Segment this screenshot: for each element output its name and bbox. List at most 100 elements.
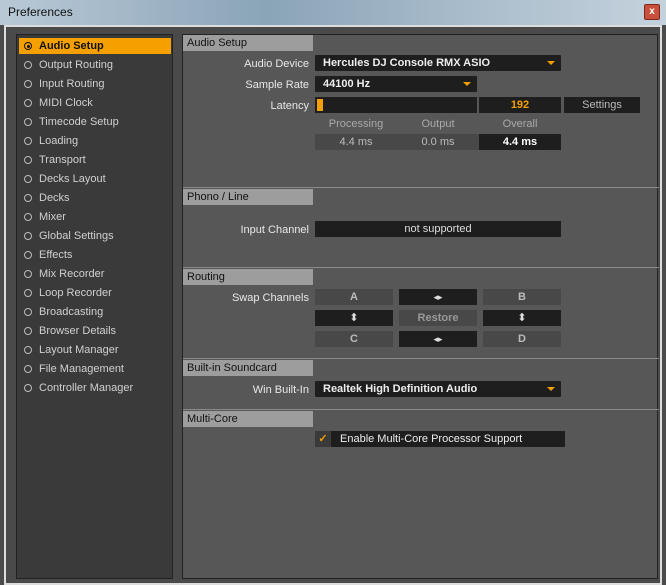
win-built-in-dropdown[interactable]: Realtek High Definition Audio [315, 381, 561, 397]
audio-device-dropdown[interactable]: Hercules DJ Console RMX ASIO [315, 55, 561, 71]
sidebar-item-controller-manager[interactable]: Controller Manager [19, 380, 171, 396]
radio-icon [24, 327, 32, 335]
radio-icon [24, 118, 32, 126]
radio-icon [24, 289, 32, 297]
latency-value: 192 [479, 97, 561, 113]
radio-icon [24, 137, 32, 145]
swap-ab-button[interactable]: ◂▸ [399, 289, 477, 305]
chevron-down-icon [547, 387, 555, 391]
sidebar-item-label: Effects [39, 249, 73, 261]
output-label: Output [421, 118, 455, 130]
sidebar-item-loop-recorder[interactable]: Loop Recorder [19, 285, 171, 301]
sidebar-item-midi-clock[interactable]: MIDI Clock [19, 95, 171, 111]
divider [183, 409, 659, 410]
radio-icon [24, 251, 32, 259]
sample-rate-value: 44100 Hz [323, 78, 371, 90]
channel-c: C [315, 331, 393, 347]
radio-icon [24, 365, 32, 373]
sidebar-item-output-routing[interactable]: Output Routing [19, 57, 171, 73]
output-value: 0.0 ms [397, 134, 479, 150]
radio-icon [24, 99, 32, 107]
sidebar-item-label: Timecode Setup [39, 116, 119, 128]
settings-button[interactable]: Settings [564, 97, 640, 113]
sidebar-item-label: File Management [39, 363, 124, 375]
main-panel: Audio Setup Audio Device Hercules DJ Con… [182, 34, 659, 579]
radio-icon [24, 175, 32, 183]
sidebar-item-label: Output Routing [39, 59, 113, 71]
radio-icon [24, 156, 32, 164]
sidebar-item-label: Global Settings [39, 230, 114, 242]
audio-device-value: Hercules DJ Console RMX ASIO [323, 57, 491, 69]
swap-cd-button[interactable]: ◂▸ [399, 331, 477, 347]
input-channel-label: Input Channel [240, 224, 310, 236]
sidebar: Audio Setup Output Routing Input Routing MI… [16, 34, 173, 579]
sidebar-item-browser-details[interactable]: Browser Details [19, 323, 171, 339]
sidebar-item-timecode-setup[interactable]: Timecode Setup [19, 114, 171, 130]
section-routing: Routing [183, 269, 313, 285]
win-built-in-label: Win Built-In [252, 384, 309, 396]
section-audio-setup: Audio Setup [183, 35, 313, 51]
sidebar-item-label: Decks Layout [39, 173, 106, 185]
radio-icon [24, 213, 32, 221]
multi-core-checkbox[interactable]: ✓ Enable Multi-Core Processor Support [315, 431, 565, 447]
section-multi-core: Multi-Core [183, 411, 313, 427]
chevron-down-icon [547, 61, 555, 65]
sidebar-item-effects[interactable]: Effects [19, 247, 171, 263]
sidebar-item-label: Transport [39, 154, 86, 166]
sidebar-item-decks[interactable]: Decks [19, 190, 171, 206]
radio-icon [24, 80, 32, 88]
swap-ac-button[interactable]: ⬍ [315, 310, 393, 326]
sample-rate-label: Sample Rate [245, 79, 309, 91]
sidebar-item-label: Broadcasting [39, 306, 104, 318]
sidebar-item-layout-manager[interactable]: Layout Manager [19, 342, 171, 358]
sidebar-item-label: Mix Recorder [39, 268, 105, 280]
win-built-in-value: Realtek High Definition Audio [323, 383, 478, 395]
sidebar-item-decks-layout[interactable]: Decks Layout [19, 171, 171, 187]
radio-icon [24, 308, 32, 316]
chevron-down-icon [463, 82, 471, 86]
divider [183, 358, 659, 359]
multi-core-label: Enable Multi-Core Processor Support [340, 433, 523, 445]
sidebar-item-label: Input Routing [39, 78, 105, 90]
input-channel-value: not supported [315, 221, 561, 237]
sidebar-item-label: Loading [39, 135, 79, 147]
processing-value: 4.4 ms [315, 134, 397, 150]
sidebar-item-mix-recorder[interactable]: Mix Recorder [19, 266, 171, 282]
sidebar-item-label: MIDI Clock [39, 97, 93, 109]
sidebar-item-label: Mixer [39, 211, 66, 223]
title-bar: Preferences x [0, 0, 666, 25]
swap-bd-button[interactable]: ⬍ [483, 310, 561, 326]
sample-rate-dropdown[interactable]: 44100 Hz [315, 76, 477, 92]
audio-device-label: Audio Device [244, 58, 309, 70]
radio-icon [24, 232, 32, 240]
close-button[interactable]: x [644, 4, 660, 20]
checkmark-icon: ✓ [315, 431, 331, 447]
window-title: Preferences [8, 5, 73, 19]
sidebar-item-broadcasting[interactable]: Broadcasting [19, 304, 171, 320]
sidebar-item-file-management[interactable]: File Management [19, 361, 171, 377]
sidebar-item-transport[interactable]: Transport [19, 152, 171, 168]
overall-value: 4.4 ms [479, 134, 561, 150]
overall-label: Overall [502, 118, 538, 130]
radio-icon [24, 61, 32, 69]
sidebar-item-label: Decks [39, 192, 70, 204]
restore-button[interactable]: Restore [399, 310, 477, 326]
latency-fill [317, 99, 323, 111]
section-phono-line: Phono / Line [183, 189, 313, 205]
swap-channels-label: Swap Channels [231, 292, 309, 304]
sidebar-item-audio-setup[interactable]: Audio Setup [19, 38, 171, 54]
sidebar-item-loading[interactable]: Loading [19, 133, 171, 149]
sidebar-item-global-settings[interactable]: Global Settings [19, 228, 171, 244]
radio-icon [24, 42, 32, 50]
divider [183, 267, 659, 268]
sidebar-item-label: Layout Manager [39, 344, 119, 356]
sidebar-item-label: Browser Details [39, 325, 117, 337]
divider [183, 187, 659, 188]
sidebar-item-mixer[interactable]: Mixer [19, 209, 171, 225]
latency-slider[interactable] [315, 97, 477, 113]
channel-b: B [483, 289, 561, 305]
section-built-in-soundcard: Built-in Soundcard [183, 360, 313, 376]
sidebar-item-input-routing[interactable]: Input Routing [19, 76, 171, 92]
processing-label: Processing [328, 118, 384, 130]
channel-a: A [315, 289, 393, 305]
